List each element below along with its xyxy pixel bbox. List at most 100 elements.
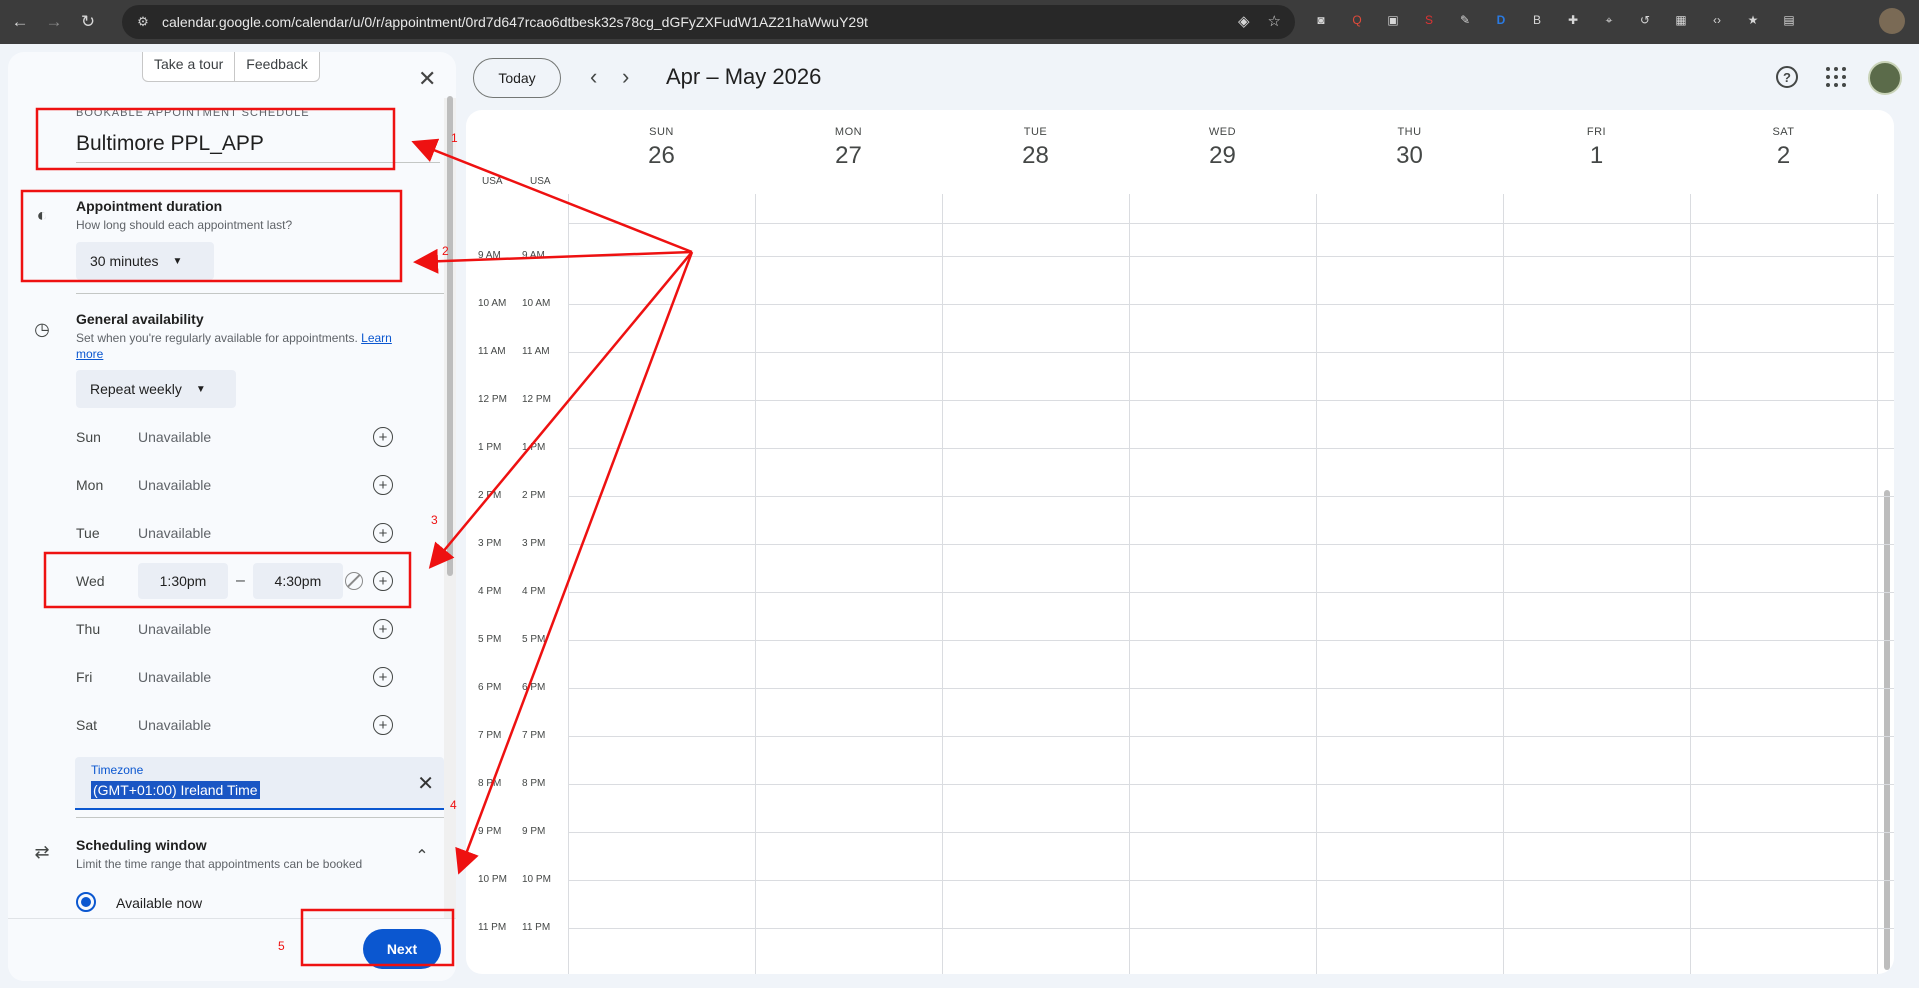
bookmark-star-icon[interactable]: ☆ [1268, 12, 1281, 30]
day-status: Unavailable [138, 429, 212, 445]
chevron-right-icon[interactable]: › [622, 64, 629, 90]
take-tour-button[interactable]: Take a tour [143, 52, 234, 81]
eye-icon[interactable]: ◈ [1238, 12, 1250, 30]
header-separator [568, 223, 1894, 224]
schedule-title-input[interactable]: Bultimore PPL_APP [76, 132, 264, 156]
secondary-time-label: 2 PM [522, 490, 546, 501]
help-icon[interactable]: ? [1776, 66, 1798, 88]
primary-time-label: 11 AM [478, 346, 506, 357]
secondary-time-label: 5 PM [522, 634, 546, 645]
primary-time-label: 4 PM [478, 586, 502, 597]
day-column-divider [755, 194, 756, 974]
trash-icon[interactable]: ▤ [1778, 9, 1800, 31]
apps-grid-icon[interactable] [1826, 67, 1846, 87]
add-time-icon[interactable]: + [373, 427, 393, 447]
panel-scrollbar-thumb[interactable] [447, 96, 453, 576]
hour-line [568, 496, 1894, 497]
red-s-icon[interactable]: S [1418, 9, 1440, 31]
feather-icon[interactable]: ✎ [1454, 9, 1476, 31]
today-button[interactable]: Today [473, 58, 561, 98]
day-header-sun[interactable]: SUN 26 [568, 126, 755, 170]
start-time-select[interactable]: 1:30pm [138, 563, 228, 599]
chevron-up-icon[interactable]: ⌃ [411, 845, 433, 867]
history-icon[interactable]: ↺ [1634, 9, 1656, 31]
day-row-wed: Wed 1:30pm – 4:30pm + [76, 561, 406, 601]
secondary-time-label: 10 PM [522, 874, 551, 885]
chevron-left-icon[interactable]: ‹ [590, 64, 597, 90]
layout-icon[interactable]: ▦ [1670, 9, 1692, 31]
repeat-select[interactable]: Repeat weekly ▼ [76, 370, 236, 408]
secondary-time-label: 8 PM [522, 778, 546, 789]
add-time-icon[interactable]: + [373, 619, 393, 639]
address-bar[interactable]: ⚙ calendar.google.com/calendar/u/0/r/app… [122, 5, 1295, 39]
forward-icon[interactable]: → [40, 8, 68, 36]
primary-timezone-label: USA [482, 176, 503, 187]
url-text[interactable]: calendar.google.com/calendar/u/0/r/appoi… [162, 14, 868, 30]
duration-select[interactable]: 30 minutes ▼ [76, 242, 214, 280]
calendar-scrollbar[interactable] [1884, 490, 1890, 970]
next-button[interactable]: Next [363, 929, 441, 969]
primary-time-label: 5 PM [478, 634, 502, 645]
gray-box-icon[interactable]: ▣ [1382, 9, 1404, 31]
add-time-icon[interactable]: + [373, 523, 393, 543]
secondary-time-label: 6 PM [522, 682, 546, 693]
pin-icon[interactable]: ⌖ [1598, 9, 1620, 31]
day-number[interactable]: 29 [1129, 142, 1316, 170]
day-header-sat[interactable]: SAT 2 [1690, 126, 1877, 170]
code-icon[interactable]: ‹› [1706, 9, 1728, 31]
timezone-value[interactable]: (GMT+01:00) Ireland Time [91, 781, 260, 799]
week-calendar-grid[interactable]: SUN 26 MON 27 TUE 28 WED 29 THU 30 FRI 1… [466, 110, 1894, 974]
time-separator: – [236, 572, 245, 589]
red-q-icon[interactable]: Q [1346, 9, 1368, 31]
day-row-fri: Fri Unavailable + [76, 657, 406, 697]
camera-icon[interactable]: ◙ [1310, 9, 1332, 31]
day-header-wed[interactable]: WED 29 [1129, 126, 1316, 170]
caret-down-icon: ▼ [195, 383, 206, 395]
clear-icon[interactable]: ✕ [417, 771, 434, 796]
feedback-button[interactable]: Feedback [234, 52, 318, 81]
day-number[interactable]: 28 [942, 142, 1129, 170]
day-number[interactable]: 27 [755, 142, 942, 170]
availability-subtitle-text: Set when you're regularly available for … [76, 331, 358, 345]
add-time-icon[interactable]: + [373, 715, 393, 735]
hour-line [568, 304, 1894, 305]
secondary-time-label: 1 PM [522, 442, 546, 453]
bz-icon[interactable]: B [1526, 9, 1548, 31]
end-time-select[interactable]: 4:30pm [252, 563, 343, 599]
reload-icon[interactable]: ↻ [74, 8, 102, 36]
section-divider [76, 293, 456, 294]
day-header-tue[interactable]: TUE 28 [942, 126, 1129, 170]
back-icon[interactable]: ← [6, 8, 34, 36]
hour-line [568, 928, 1894, 929]
star-list-icon[interactable]: ★ [1742, 9, 1764, 31]
blue-d-icon[interactable]: D [1490, 9, 1512, 31]
add-time-icon[interactable]: + [373, 667, 393, 687]
hour-line [568, 352, 1894, 353]
day-header-fri[interactable]: FRI 1 [1503, 126, 1690, 170]
day-number[interactable]: 26 [568, 142, 755, 170]
day-number[interactable]: 30 [1316, 142, 1503, 170]
day-number[interactable]: 1 [1503, 142, 1690, 170]
available-now-radio[interactable] [76, 892, 96, 912]
site-info-icon[interactable]: ⚙ [134, 13, 152, 31]
primary-time-label: 7 PM [478, 730, 502, 741]
hour-line [568, 832, 1894, 833]
caret-down-icon: ▼ [172, 255, 183, 267]
annotation-number-5: 5 [278, 939, 285, 953]
repeat-value: Repeat weekly [90, 381, 182, 397]
add-time-icon[interactable]: + [373, 475, 393, 495]
avatar[interactable] [1868, 61, 1902, 95]
puzzle-icon[interactable]: ✚ [1562, 9, 1584, 31]
close-icon[interactable]: ✕ [418, 66, 436, 92]
timezone-field[interactable]: Timezone (GMT+01:00) Ireland Time ✕ [75, 757, 444, 810]
duration-icon: ◐ [36, 204, 48, 225]
day-of-week: THU [1397, 126, 1422, 138]
add-time-icon[interactable]: + [373, 571, 393, 591]
timezone-label: Timezone [91, 763, 144, 777]
unavailable-icon[interactable] [345, 572, 363, 590]
day-name: Mon [76, 477, 104, 493]
day-header-mon[interactable]: MON 27 [755, 126, 942, 170]
browser-profile-avatar[interactable] [1879, 8, 1905, 34]
day-header-thu[interactable]: THU 30 [1316, 126, 1503, 170]
day-number[interactable]: 2 [1690, 142, 1877, 170]
